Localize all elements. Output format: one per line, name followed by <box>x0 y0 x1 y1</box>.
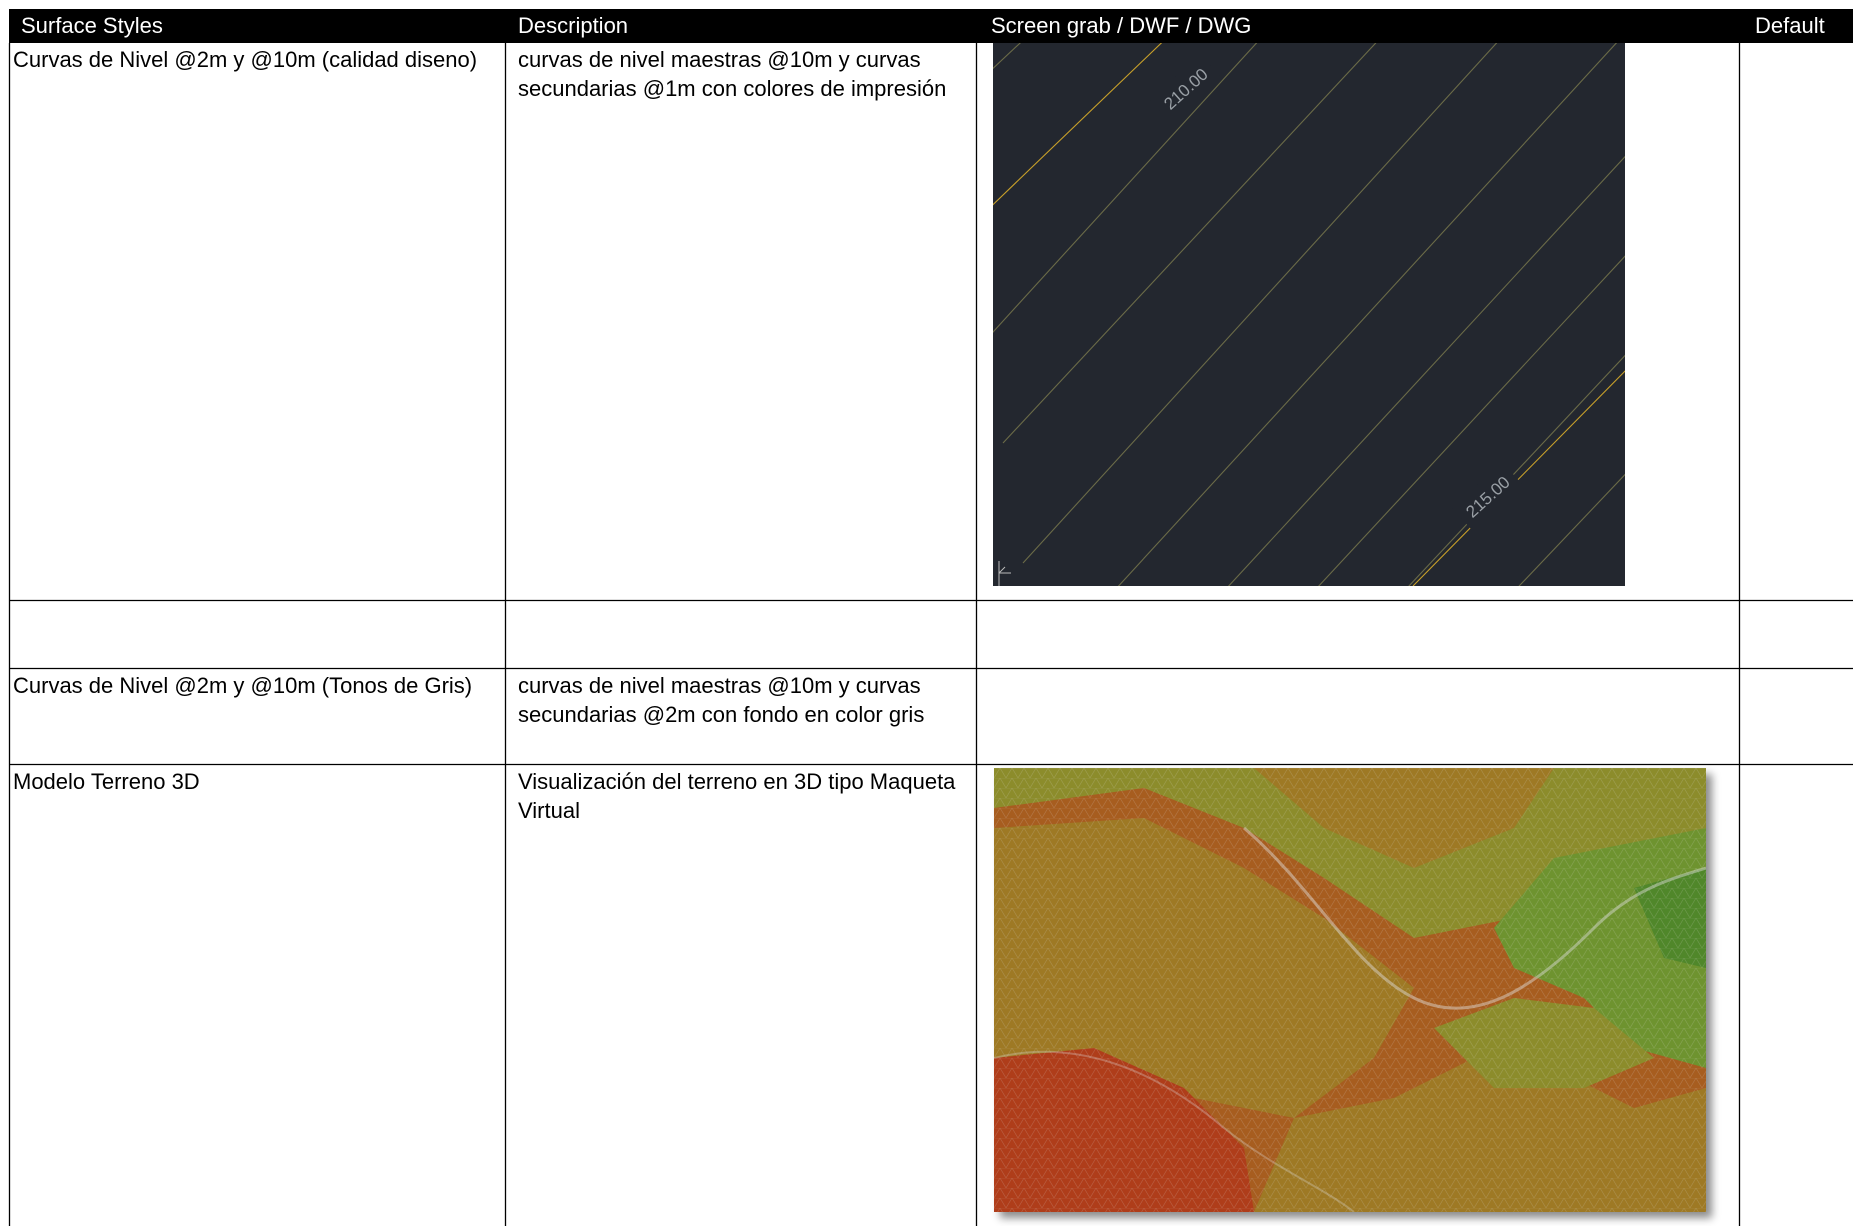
header-description: Description <box>518 13 629 38</box>
header-screen-grab: Screen grab / DWF / DWG <box>991 13 1252 38</box>
header-default: Default <box>1755 13 1825 38</box>
terrain-3d-screenshot <box>994 768 1706 1212</box>
row-3-description: curvas de nivel maestras @10m y curvas s… <box>518 673 925 727</box>
contour-background <box>993 43 1625 586</box>
contour-lines-screenshot: 210.00 215.00 <box>993 43 1625 586</box>
row-4-style-name: Modelo Terreno 3D <box>13 769 200 794</box>
row-4-description: Visualización del terreno en 3D tipo Maq… <box>518 769 956 823</box>
row-1-description: curvas de nivel maestras @10m y curvas s… <box>518 47 947 101</box>
row-3-style-name: Curvas de Nivel @2m y @10m (Tonos de Gri… <box>13 673 473 698</box>
row-1-style-name: Curvas de Nivel @2m y @10m (calidad dise… <box>13 47 478 72</box>
header-surface-styles: Surface Styles <box>21 13 163 38</box>
table-header: Surface Styles Description Screen grab /… <box>9 9 1853 43</box>
